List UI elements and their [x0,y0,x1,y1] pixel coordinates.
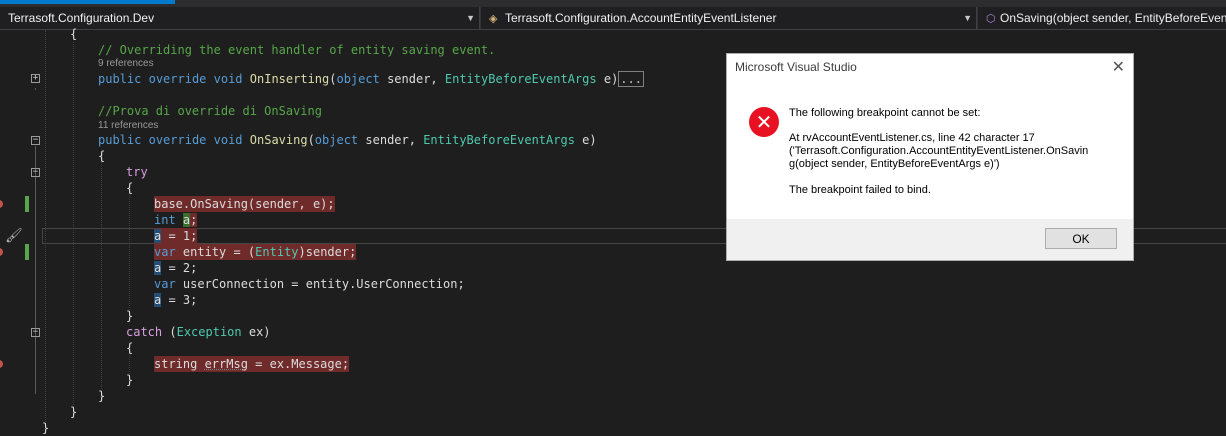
code-line: } [0,388,1226,404]
statement: = ex.Message; [247,357,350,371]
statement: = 1; [161,229,198,243]
breakpoint-error-dialog: Microsoft Visual Studio ✕ ✕ The followin… [726,53,1134,261]
statement: string [154,357,205,371]
code-line: a = 3; [0,292,1226,308]
ok-button[interactable]: OK [1045,228,1117,249]
paren: ( [169,325,177,339]
keyword: public [98,133,142,147]
brace: { [126,181,134,195]
brace: { [70,27,78,41]
code-line: } [0,404,1226,420]
code-line: } [0,372,1226,388]
statement: userConnection = entity.UserConnection; [175,277,465,291]
keyword: override [148,72,207,86]
dialog-message-line: g(object sender, EntityBeforeEventArgs e… [789,158,1000,170]
parameter: sender, [365,133,416,147]
code-line: a = 2; [0,260,1226,276]
brace: } [126,373,134,387]
comment: //Prova di override di OnSaving [98,104,322,118]
dialog-message-line: The breakpoint failed to bind. [789,184,931,196]
code-line: { [0,26,1226,42]
dialog-title: Microsoft Visual Studio [735,60,857,74]
parameter: sender, [387,72,438,86]
parameter: e) [603,72,619,86]
variable: errMsg [204,357,248,371]
breakpoint-fragment: ; [190,213,198,227]
keyword: object [336,72,380,86]
collapsed-block[interactable]: ... [618,71,644,87]
code-line: { [0,340,1226,356]
type-name: EntityBeforeEventArgs [423,133,575,147]
code-line: } [0,420,1226,436]
keyword: public [98,72,142,86]
brace: { [126,341,134,355]
dialog-message-line: At rvAccountEventListener.cs, line 42 ch… [789,132,1035,144]
statement: ex) [241,325,271,339]
dialog-message-line: The following breakpoint cannot be set: [789,107,981,119]
keyword: var [154,277,176,291]
type-name: Exception [176,325,242,339]
breakpoint-line: base.OnSaving(sender, e); [154,196,335,212]
parameter: e) [582,133,597,147]
brace: { [98,149,106,163]
brace: } [126,309,134,323]
keyword: int [154,213,176,227]
project-dropdown-label: Terrasoft.Configuration.Dev [8,11,155,25]
active-tab-indicator [0,0,175,4]
keyword: catch [126,325,163,339]
method-name: OnSaving [249,133,308,147]
error-icon: ✕ [749,107,779,137]
close-icon[interactable]: ✕ [1112,57,1125,77]
keyword: override [148,133,207,147]
brace: } [70,405,78,419]
keyword: try [126,165,148,179]
brace: } [42,421,50,435]
keyword: void [213,133,243,147]
statement: entity = ( [175,245,256,259]
keyword: void [213,72,243,86]
code-line: string errMsg = ex.Message; [0,356,1226,372]
document-tab-strip [0,0,1226,7]
code-line: var userConnection = entity.UserConnecti… [0,276,1226,292]
code-line: catch (Exception ex) [0,324,1226,340]
fold-line [35,88,36,90]
method-name: OnInserting [249,72,330,86]
keyword: object [314,133,359,147]
brace: } [98,389,106,403]
keyword: var [154,245,176,259]
type-name: EntityBeforeEventArgs [444,72,597,86]
dialog-footer: OK [727,219,1133,260]
dialog-message-line: ('Terrasoft.Configuration.AccountEntityE… [789,145,1089,157]
statement: )sender; [298,245,357,259]
codelens-references[interactable]: 11 references [98,120,158,132]
class-dropdown-label: Terrasoft.Configuration.AccountEntityEve… [505,11,777,25]
statement: = 2; [161,261,198,275]
codelens-references[interactable]: 9 references [98,58,154,70]
statement: = 3; [161,293,198,307]
type-name: Entity [255,245,299,259]
code-line: } [0,308,1226,324]
comment: // Overriding the event handler of entit… [98,43,496,57]
member-dropdown-label: OnSaving(object sender, EntityBeforeEven… [1000,11,1226,25]
